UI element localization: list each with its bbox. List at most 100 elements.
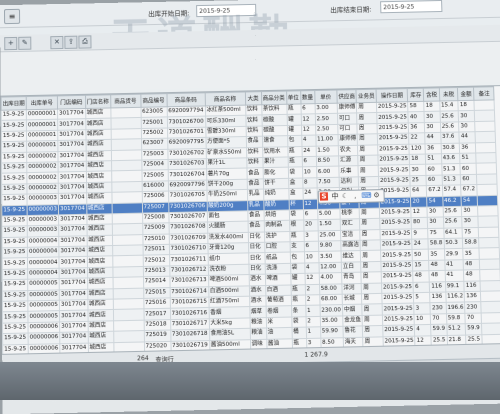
table-cell[interactable]: 30.8 [441, 143, 460, 154]
column-header[interactable]: 备注 [474, 87, 495, 101]
table-cell[interactable]: 58.8 [463, 238, 480, 249]
table-cell[interactable]: 725013 [143, 266, 170, 277]
table-cell[interactable]: 2015-9-25 [380, 218, 412, 229]
table-cell[interactable]: 周 [362, 293, 382, 304]
table-cell[interactable]: 4 [301, 135, 315, 146]
table-cell[interactable]: 瓶 [286, 104, 300, 115]
table-cell[interactable]: 51.2 [446, 324, 465, 335]
table-cell[interactable]: 城西店 [85, 129, 110, 140]
keyboard-icon[interactable]: ⌨ [361, 191, 369, 199]
table-cell[interactable]: 饮料 [246, 147, 262, 158]
table-cell[interactable]: 725003 [141, 149, 167, 160]
delete-icon[interactable]: ✕ [50, 36, 63, 49]
table-cell[interactable]: 2015-9-25 [377, 133, 409, 144]
column-header[interactable]: 商品货号 [110, 94, 140, 108]
edit-icon[interactable]: ✎ [18, 37, 31, 50]
end-date-input[interactable]: 2015-9-25 [380, 0, 442, 13]
table-cell[interactable]: 25.6 [443, 206, 462, 217]
table-cell[interactable]: 58.00 [319, 284, 342, 295]
table-cell[interactable]: 城西店 [86, 182, 111, 193]
table-cell[interactable] [110, 107, 140, 118]
table-cell[interactable]: 15-9-25 [2, 312, 28, 323]
table-cell[interactable]: 双汇 [340, 219, 360, 230]
table-cell[interactable]: 2.50 [315, 114, 338, 125]
table-cell[interactable]: 80 [411, 218, 428, 229]
table-cell[interactable] [477, 174, 498, 185]
table-cell[interactable] [477, 184, 498, 195]
table-cell[interactable]: 7.50 [316, 177, 339, 188]
table-cell[interactable]: 15.4 [439, 101, 458, 112]
table-cell[interactable]: 7301026708 [169, 222, 208, 233]
table-cell[interactable]: 白酒 [265, 285, 291, 296]
table-cell[interactable]: 3017704 [58, 119, 86, 130]
table-cell[interactable]: 盒 [288, 178, 302, 189]
table-cell[interactable]: 15-9-25 [2, 290, 28, 301]
table-cell[interactable]: 44 [459, 132, 475, 143]
table-cell[interactable]: 城西店 [86, 192, 111, 203]
table-cell[interactable]: 59.8 [446, 313, 465, 324]
table-cell[interactable]: 周 [357, 134, 377, 145]
table-cell[interactable]: 00000006 [28, 322, 60, 333]
table-cell[interactable]: 67.2 [461, 185, 478, 196]
table-cell[interactable]: 周 [361, 272, 381, 283]
table-cell[interactable]: 周 [359, 208, 379, 219]
print-icon[interactable]: ⎙ [78, 35, 91, 48]
table-cell[interactable]: 50 [412, 250, 429, 261]
table-cell[interactable]: 15-9-25 [2, 301, 28, 312]
table-cell[interactable]: 00000001 [26, 120, 57, 131]
table-cell[interactable]: 达利 [339, 177, 359, 188]
table-cell[interactable]: 00000003 [27, 215, 58, 226]
table-cell[interactable]: 4.00 [319, 273, 342, 284]
table-cell[interactable] [112, 256, 143, 267]
table-cell[interactable]: 230.00 [320, 305, 343, 316]
table-cell[interactable]: 00000003 [27, 225, 59, 236]
table-cell[interactable]: 12.00 [319, 262, 342, 273]
table-cell[interactable]: 农夫 [338, 145, 358, 156]
table-cell[interactable]: 城西店 [87, 278, 113, 289]
table-cell[interactable]: 罐 [290, 274, 304, 285]
table-cell[interactable] [476, 163, 497, 174]
table-cell[interactable]: 20 [303, 220, 317, 231]
table-cell[interactable]: 30 [462, 206, 479, 217]
table-cell[interactable]: 洗发水400ml [207, 232, 248, 244]
table-cell[interactable]: 6.00 [316, 166, 339, 177]
table-cell[interactable]: 725004 [141, 159, 167, 170]
table-cell[interactable]: 周 [357, 113, 377, 124]
table-cell[interactable]: 43.6 [441, 153, 460, 164]
table-cell[interactable]: 2015-9-25 [382, 293, 414, 304]
table-cell[interactable] [113, 277, 144, 288]
table-cell[interactable] [111, 128, 141, 139]
table-cell[interactable]: 18 [458, 100, 474, 111]
table-cell[interactable]: 40 [408, 112, 424, 123]
table-cell[interactable]: 冰红茶500ml [205, 105, 245, 116]
table-cell[interactable]: 城西店 [87, 288, 113, 299]
table-cell[interactable]: 7301026717 [170, 319, 209, 331]
table-cell[interactable]: 7301026712 [169, 265, 208, 277]
table-cell[interactable]: 3017704 [59, 289, 87, 300]
table-cell[interactable]: 30 [424, 112, 440, 123]
table-cell[interactable]: 条 [291, 306, 306, 317]
table-cell[interactable]: 3017704 [58, 204, 86, 215]
table-cell[interactable]: 袋 [291, 317, 306, 328]
column-header[interactable]: 商品名称 [205, 92, 245, 106]
table-cell[interactable]: 75 [428, 228, 444, 239]
table-cell[interactable]: 周 [358, 155, 378, 166]
table-cell[interactable]: 4 [415, 325, 432, 336]
table-cell[interactable]: 7301026706 [168, 201, 207, 212]
table-cell[interactable]: 15-9-25 [3, 333, 29, 344]
table-cell[interactable]: 饼干 [263, 178, 289, 189]
table-cell[interactable]: 2015-9-25 [381, 282, 413, 293]
table-cell[interactable]: 12 [411, 207, 428, 218]
table-cell[interactable]: 城西店 [86, 161, 111, 172]
table-cell[interactable]: 30 [459, 121, 475, 132]
table-cell[interactable]: 725019 [144, 330, 171, 341]
table-cell[interactable]: 725018 [144, 319, 171, 330]
table-cell[interactable]: 3017704 [60, 321, 88, 332]
table-cell[interactable]: 城西店 [85, 108, 110, 119]
table-cell[interactable]: 725015 [143, 287, 170, 298]
table-cell[interactable]: 60 [426, 175, 442, 186]
table-cell[interactable]: 日化 [248, 232, 264, 243]
table-cell[interactable] [112, 213, 143, 224]
table-cell[interactable]: 48 [429, 260, 445, 271]
table-cell[interactable]: 725010 [142, 234, 169, 245]
